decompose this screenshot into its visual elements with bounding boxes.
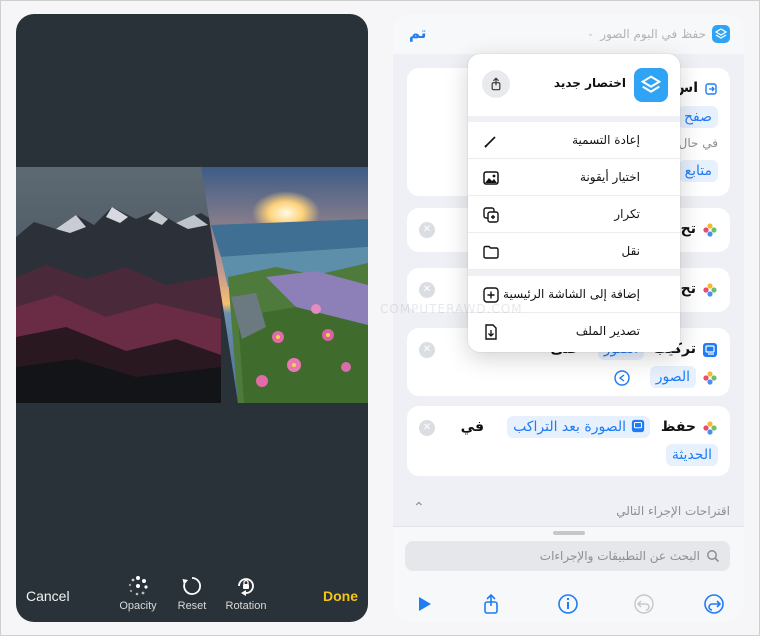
rotation-lock-icon: [238, 578, 254, 596]
card5-action-name: حفظ: [660, 419, 696, 435]
card5-token-image-label: الصورة بعد التراكب: [513, 419, 626, 435]
opacity-label: Opacity: [119, 600, 157, 612]
done-button[interactable]: Done: [323, 588, 358, 604]
chevron-circle-icon[interactable]: [614, 370, 630, 386]
photos-app-icon: [703, 283, 717, 297]
search-field[interactable]: البحث عن التطبيقات والإجراءات: [405, 541, 730, 571]
composite-photo: [16, 167, 368, 403]
next-action-suggestions[interactable]: اقتراحات الإجراء التالي ⌃: [393, 500, 744, 524]
shortcut-header: تم حفظ في البوم الصور ⌄: [393, 14, 744, 54]
share-icon[interactable]: [480, 593, 502, 615]
action-search-sheet: البحث عن التطبيقات والإجراءات: [393, 526, 744, 622]
share-icon: [491, 77, 501, 91]
cancel-button[interactable]: Cancel: [26, 588, 70, 604]
undo-icon[interactable]: [633, 593, 655, 615]
menu-item-rename[interactable]: إعادة التسمية: [468, 122, 680, 159]
remove-action-icon[interactable]: ✕: [419, 222, 435, 238]
menu-share-button[interactable]: [482, 70, 510, 98]
rotation-label: Rotation: [225, 600, 267, 612]
export-file-icon: [485, 324, 497, 340]
opacity-dots-icon: [128, 576, 148, 596]
card1-token-2[interactable]: متابع: [678, 160, 718, 182]
card3-text: تح: [680, 281, 696, 297]
reset-button[interactable]: Reset: [164, 574, 220, 612]
menu-shortcut-name: اختصار جديد: [553, 76, 626, 90]
menu-item-move[interactable]: نقل: [468, 233, 680, 270]
overlay-image-icon: [631, 419, 645, 433]
folder-icon: [483, 245, 499, 259]
overlay-image-icon: [703, 343, 717, 357]
reset-icon: [182, 577, 201, 595]
menu-item-label: نقل: [621, 244, 641, 258]
shortcut-title: حفظ في البوم الصور: [600, 27, 706, 41]
menu-item-label: إضافة إلى الشاشة الرئيسية: [503, 287, 640, 301]
card4-token-photos[interactable]: الصور: [649, 366, 696, 388]
menu-item-label: إعادة التسمية: [572, 133, 640, 147]
shortcut-app-icon: [634, 68, 668, 102]
remove-action-icon[interactable]: ✕: [419, 342, 435, 358]
chevron-up-icon[interactable]: ⌃: [413, 500, 425, 516]
photo-icon: [483, 171, 499, 185]
header-done-button[interactable]: تم: [409, 24, 426, 42]
menu-item-label: اختيار أيقونة: [580, 170, 640, 184]
photos-app-icon: [703, 223, 717, 237]
card5-in-word: في: [460, 419, 484, 435]
search-placeholder: البحث عن التطبيقات والإجراءات: [539, 549, 700, 563]
card5-token-album[interactable]: الحديثة: [665, 444, 718, 466]
shortcut-title-button[interactable]: حفظ في البوم الصور ⌄: [587, 25, 730, 43]
play-icon[interactable]: [413, 593, 435, 615]
info-icon[interactable]: [557, 593, 579, 615]
reset-label: Reset: [177, 600, 207, 612]
opacity-button[interactable]: Opacity: [110, 574, 166, 612]
watermark: COMPUTERAWD.COM: [380, 302, 523, 316]
menu-header: اختصار جديد: [468, 54, 680, 116]
photos-app-icon: [703, 371, 717, 385]
photos-app-icon: [703, 421, 717, 435]
card5-token-image[interactable]: الصورة بعد التراكب: [507, 416, 650, 438]
composite-photo-image: [16, 167, 368, 403]
sheet-grabber[interactable]: [553, 531, 585, 535]
suggestions-label: اقتراحات الإجراء التالي: [616, 504, 730, 518]
duplicate-icon: [483, 207, 499, 223]
menu-item-label: تكرار: [614, 207, 640, 221]
card1-condition: في حال: [678, 136, 718, 150]
shortcut-app-icon: [712, 25, 730, 43]
search-icon: [707, 550, 720, 563]
action-card-save[interactable]: ✕ حفظ الصورة بعد التراكب في الحديثة: [407, 406, 730, 476]
card2-text: تح: [680, 221, 696, 237]
menu-item-label: تصدير الملف: [575, 324, 640, 338]
remove-action-icon[interactable]: ✕: [419, 420, 435, 436]
menu-item-export-file[interactable]: تصدير الملف: [468, 313, 680, 350]
shortcut-toolbar: [393, 585, 744, 621]
menu-item-choose-icon[interactable]: اختيار أيقونة: [468, 159, 680, 196]
pencil-icon: [484, 136, 496, 148]
rotation-button[interactable]: Rotation: [218, 574, 274, 612]
safari-share-icon: [705, 83, 717, 95]
photo-editor: Cancel Opacity Reset Rotation Done: [16, 14, 368, 622]
redo-icon[interactable]: [703, 593, 725, 615]
card1-token-1[interactable]: صفح: [677, 106, 718, 128]
chevron-down-icon: ⌄: [586, 29, 595, 39]
editor-toolbar: Cancel Opacity Reset Rotation Done: [16, 572, 368, 622]
remove-action-icon[interactable]: ✕: [419, 282, 435, 298]
menu-item-duplicate[interactable]: تكرار: [468, 196, 680, 233]
